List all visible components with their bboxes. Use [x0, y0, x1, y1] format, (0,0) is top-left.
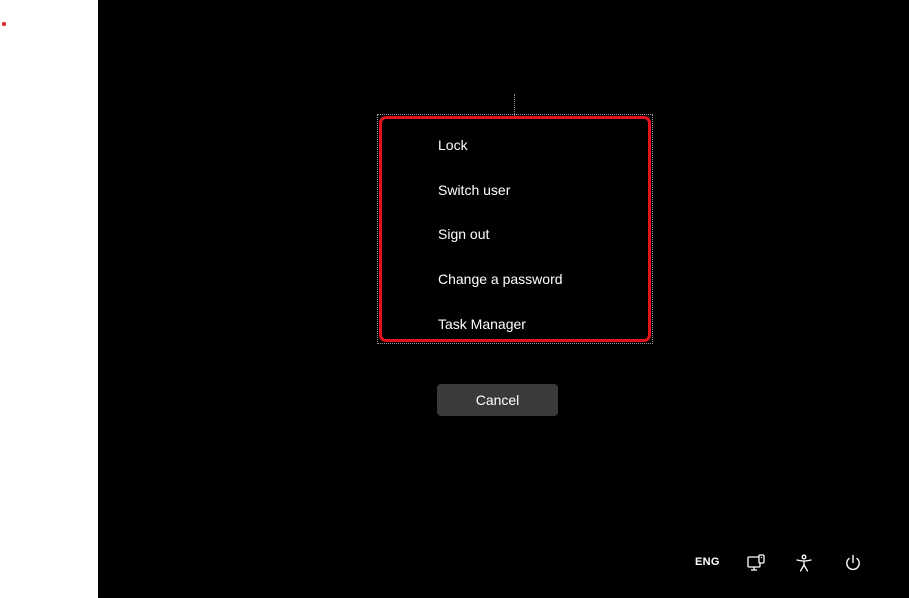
security-options-menu: Lock Switch user Sign out Change a passw…: [379, 116, 651, 342]
left-margin: [0, 0, 98, 598]
menu-item-sign-out[interactable]: Sign out: [438, 226, 489, 242]
focus-guide-line: [514, 94, 515, 116]
menu-item-lock[interactable]: Lock: [438, 137, 468, 153]
network-icon[interactable]: [746, 553, 766, 573]
accessibility-icon[interactable]: [794, 553, 814, 573]
language-indicator[interactable]: ENG: [695, 556, 720, 568]
menu-item-task-manager[interactable]: Task Manager: [438, 316, 526, 332]
menu-item-switch-user[interactable]: Switch user: [438, 182, 510, 198]
cancel-button[interactable]: Cancel: [437, 384, 558, 416]
security-screen: Lock Switch user Sign out Change a passw…: [98, 0, 909, 598]
marker-dot: [2, 22, 6, 26]
menu-item-change-password[interactable]: Change a password: [438, 271, 563, 287]
power-icon[interactable]: [843, 553, 863, 573]
